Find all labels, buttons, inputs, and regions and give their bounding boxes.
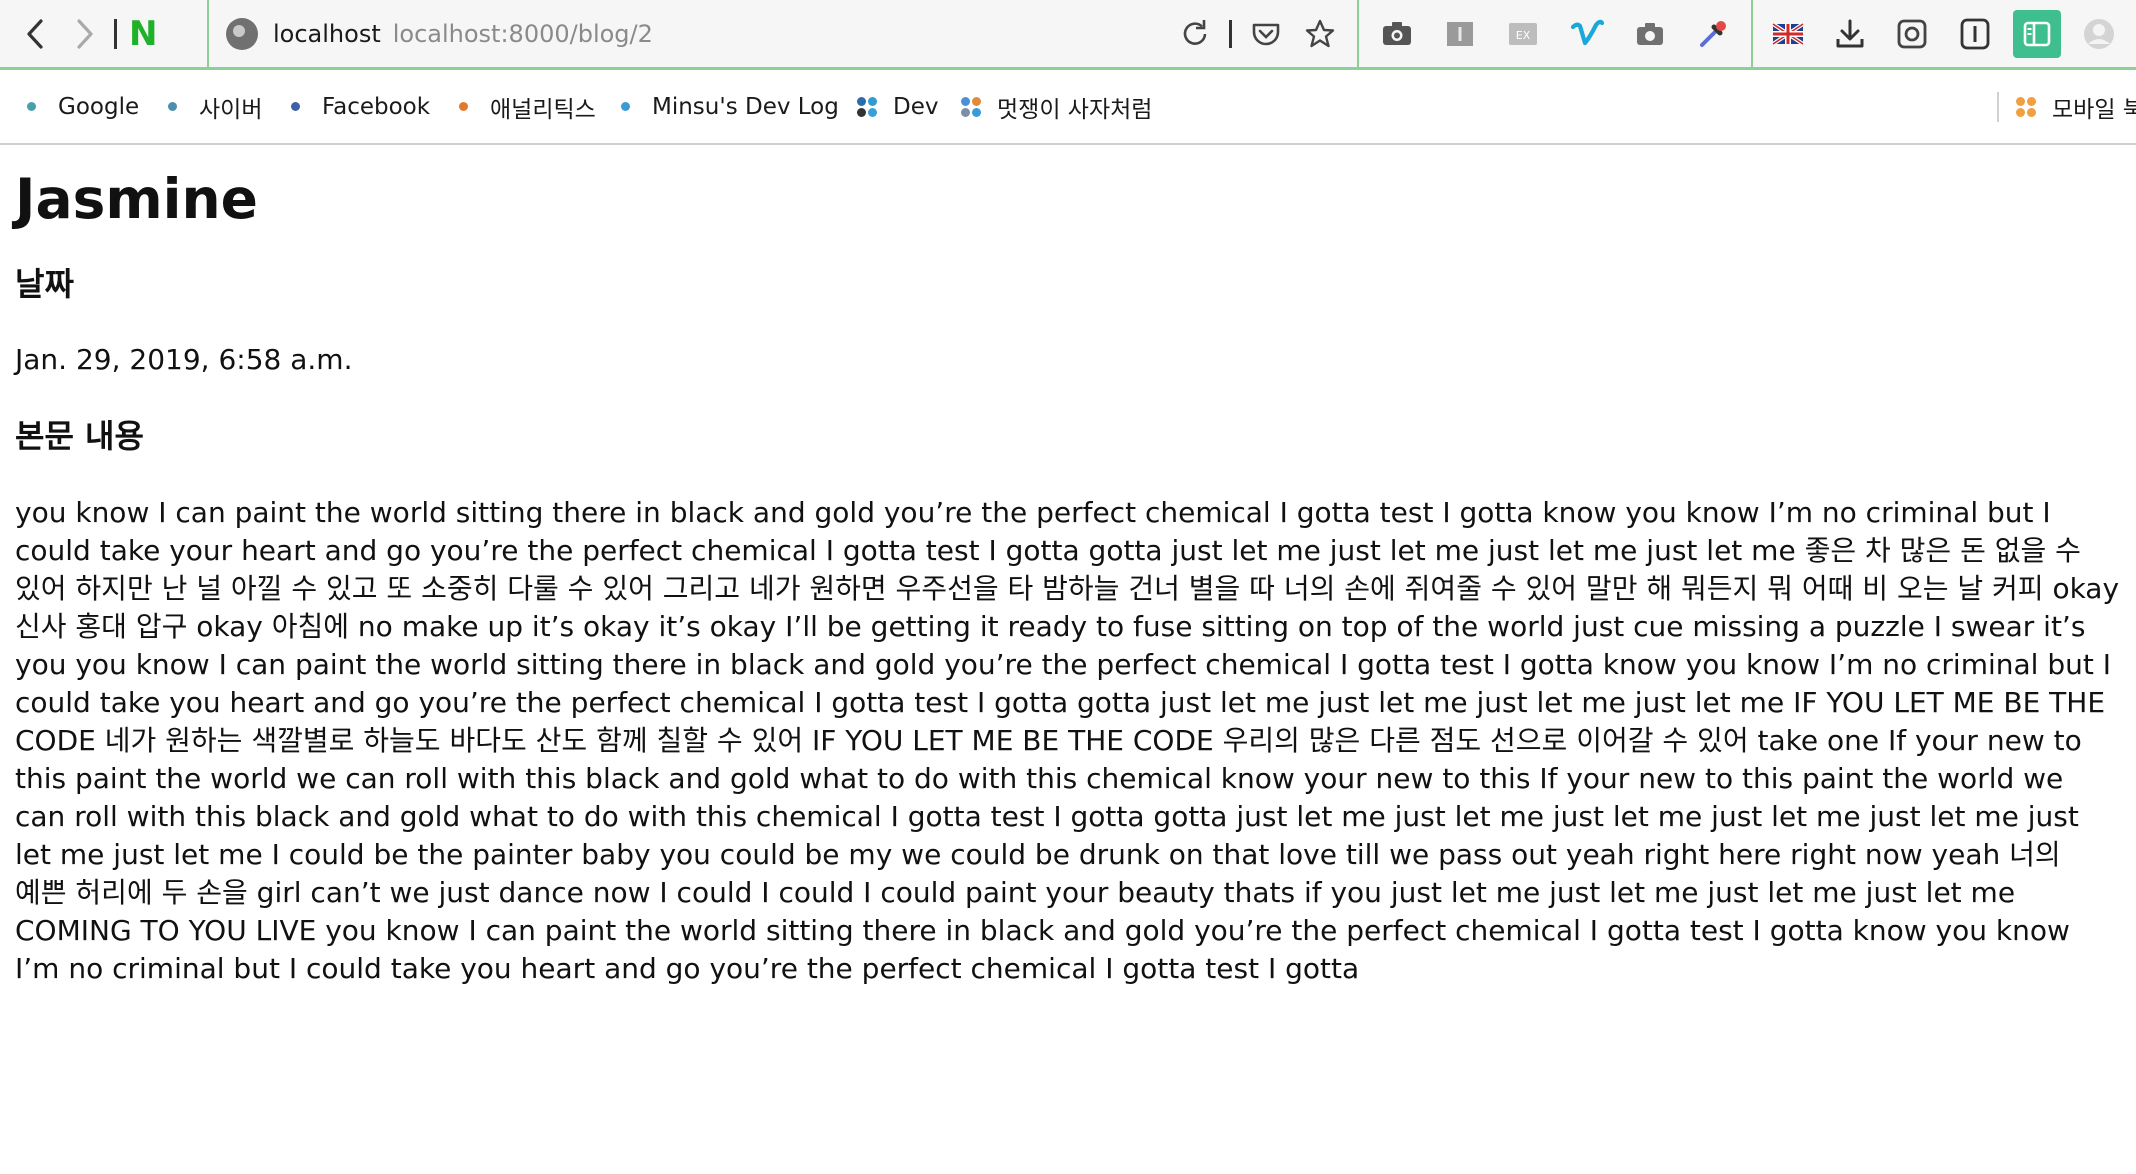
bookmark-label: 사이버: [199, 96, 263, 123]
profile-button[interactable]: [2075, 10, 2123, 58]
bookmark-dot-icon: [459, 102, 468, 111]
sidebar-icon: [2023, 21, 2051, 46]
color-picker-extension-button[interactable]: [1689, 10, 1737, 58]
bookmarks-divider: [1997, 92, 1999, 122]
chevron-left-icon: [27, 18, 43, 49]
navigation-controls: N: [0, 0, 209, 67]
capture-extension-button[interactable]: [1888, 10, 1936, 58]
download-icon: [1836, 19, 1864, 47]
bookmark-label: 멋쟁이 사자처럼: [997, 96, 1153, 123]
site-favicon-icon: [226, 17, 258, 50]
ex-icon: EX: [1509, 22, 1538, 45]
address-divider: [1229, 19, 1232, 48]
pocket-button[interactable]: [1242, 10, 1290, 58]
info-icon: [1960, 18, 1989, 49]
translate-extension-button[interactable]: [1764, 10, 1812, 58]
folder-grid-icon: [961, 96, 981, 117]
bookmark-facebook[interactable]: Facebook: [291, 70, 430, 143]
camera-extension-button[interactable]: [1626, 10, 1674, 58]
date-heading: 날짜: [15, 265, 74, 303]
downloads-button[interactable]: [1826, 10, 1874, 58]
bookmark-star-button[interactable]: [1296, 10, 1344, 58]
vimeo-extension-button[interactable]: [1563, 10, 1611, 58]
svg-text:EX: EX: [1516, 29, 1531, 42]
bookmark-dot-icon: [291, 102, 300, 111]
screenshot-extension-button[interactable]: [1373, 10, 1421, 58]
nav-divider: [114, 18, 117, 49]
bookmark-folder-likelion[interactable]: 멋쟁이 사자처럼: [961, 70, 1152, 143]
bookmark-label: Facebook: [322, 93, 431, 120]
info-extension-button[interactable]: [1951, 10, 1999, 58]
ex-extension-button[interactable]: EX: [1499, 10, 1547, 58]
bookmark-dot-icon: [621, 102, 630, 111]
extensions-group-1: EX: [1357, 0, 1753, 67]
bookmarks-bar: Google 사이버 Facebook 애널리틱스 Minsu's Dev Lo…: [0, 70, 2136, 145]
naver-n-icon[interactable]: N: [129, 14, 157, 54]
bookmark-dot-icon: [168, 102, 177, 111]
screen-capture-icon: [1897, 19, 1927, 48]
star-icon: [1305, 19, 1335, 47]
chevron-right-icon: [77, 18, 93, 49]
bookmark-label: 애널리틱스: [490, 96, 596, 123]
reader-icon: [1446, 21, 1473, 46]
bookmark-analytics[interactable]: 애널리틱스: [459, 70, 596, 143]
post-body: you know I can paint the world sitting t…: [15, 496, 2120, 985]
folder-grid-icon: [857, 96, 877, 117]
uk-flag-icon: [1771, 21, 1805, 46]
extensions-group-2: [1751, 0, 2136, 67]
browser-toolbar: N localhost localhost:8000/blog/2 EX: [0, 0, 2136, 70]
post-title: Jasmine: [15, 167, 258, 231]
camera-icon: [1382, 21, 1411, 45]
bookmark-folder-dev[interactable]: Dev: [857, 70, 938, 143]
blog-post: Jasmine 날짜 Jan. 29, 2019, 6:58 a.m. 본문 내…: [15, 145, 2121, 988]
sidebar-toggle-button[interactable]: [2012, 9, 2061, 58]
pocket-icon: [1252, 23, 1280, 45]
eyedropper-icon: [1700, 20, 1727, 47]
post-date: Jan. 29, 2019, 6:58 a.m.: [15, 343, 353, 376]
address-bar[interactable]: localhost localhost:8000/blog/2: [209, 0, 1356, 67]
back-button[interactable]: [12, 10, 60, 58]
bookmark-label: Dev: [893, 93, 939, 120]
bookmark-label: Google: [58, 93, 140, 120]
bookmark-dot-icon: [27, 102, 36, 111]
vimeo-icon: [1570, 19, 1604, 45]
body-heading: 본문 내용: [15, 417, 144, 455]
bookmark-dev-log[interactable]: Minsu's Dev Log: [621, 70, 839, 143]
bookmark-folder-mobile[interactable]: 모바일 북: [2016, 70, 2136, 143]
bookmark-label: Minsu's Dev Log: [652, 93, 839, 120]
address-host: localhost: [273, 19, 381, 48]
reload-button[interactable]: [1171, 10, 1219, 58]
address-url[interactable]: localhost:8000/blog/2: [393, 20, 1171, 48]
folder-grid-icon: [2016, 96, 2036, 117]
bookmark-label: 모바일 북: [2052, 96, 2136, 123]
forward-button[interactable]: [60, 10, 108, 58]
bookmark-cyber[interactable]: 사이버: [168, 70, 262, 143]
bookmark-google[interactable]: Google: [27, 70, 139, 143]
reload-icon: [1183, 19, 1207, 45]
reader-extension-button[interactable]: [1436, 10, 1484, 58]
photo-camera-icon: [1636, 22, 1663, 45]
avatar-icon: [2083, 18, 2114, 49]
